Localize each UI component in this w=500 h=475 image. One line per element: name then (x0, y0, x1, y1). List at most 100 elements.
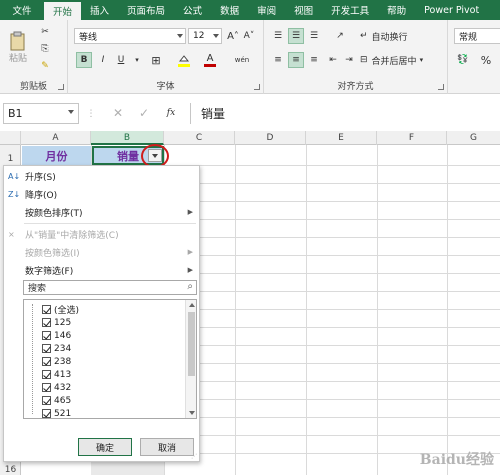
column-header-e[interactable]: E (306, 131, 377, 145)
clipboard-launcher-icon[interactable] (58, 84, 64, 90)
phonetic-guide-button[interactable]: wén (230, 52, 254, 68)
scroll-up-icon[interactable] (189, 303, 195, 307)
align-right-icon[interactable]: ≡ (306, 52, 322, 68)
column-header-a[interactable]: A (21, 131, 91, 145)
filter-value-item[interactable]: 238 (42, 355, 71, 368)
percent-style-button[interactable]: % (478, 52, 494, 68)
increase-indent-icon[interactable]: ⇥ (342, 52, 356, 68)
tab-formulas[interactable]: 公式 (174, 0, 211, 20)
filter-value-item[interactable]: 432 (42, 381, 71, 394)
column-headers: A B C D E F G (0, 131, 500, 145)
merge-icon: ⊟ (360, 55, 368, 65)
menu-item-sort-asc[interactable]: A↓ 升序(S) (4, 167, 199, 185)
accounting-format-icon[interactable]: 💱 (454, 52, 472, 68)
filter-value-item[interactable]: 146 (42, 329, 71, 342)
vertical-scrollbar[interactable] (185, 300, 196, 418)
font-size-select[interactable]: 12 (188, 28, 222, 44)
checkbox-icon (42, 370, 51, 379)
insert-function-button[interactable]: fx (162, 105, 180, 121)
copy-icon[interactable]: ⎘ (38, 42, 52, 56)
tab-review[interactable]: 审阅 (248, 0, 285, 20)
row-header-16[interactable]: 16 (0, 463, 21, 475)
number-format-select[interactable]: 常规 (454, 28, 500, 44)
orientation-icon[interactable]: ↗ (330, 28, 350, 44)
paste-button[interactable]: 粘贴 (6, 26, 30, 68)
borders-icon[interactable]: ⊞ (148, 52, 164, 68)
chevron-down-icon (213, 34, 219, 38)
merge-center-label: 合并后居中 (371, 56, 417, 67)
cell-a1[interactable]: 月份 (22, 146, 91, 165)
filter-value-item[interactable]: 521 (42, 407, 71, 418)
font-color-button[interactable]: A (202, 52, 218, 68)
column-header-g[interactable]: G (447, 131, 500, 145)
tab-home[interactable]: 开始 (44, 2, 82, 20)
align-left-icon[interactable]: ≡ (270, 52, 286, 68)
tab-insert[interactable]: 插入 (81, 0, 118, 20)
column-header-c[interactable]: C (164, 131, 235, 145)
scrollbar-thumb[interactable] (188, 312, 195, 376)
menu-item-sort-by-color[interactable]: 按颜色排序(T) ▶ (4, 203, 199, 221)
column-header-d[interactable]: D (235, 131, 306, 145)
filter-value-item[interactable]: 234 (42, 342, 71, 355)
watermark: Baidu经验 (419, 452, 494, 468)
chevron-down-icon[interactable]: ▾ (132, 52, 142, 68)
cancel-button[interactable]: 取消 (140, 438, 194, 456)
tab-developer[interactable]: 开发工具 (322, 0, 378, 20)
grow-font-button[interactable]: A˄ (226, 28, 240, 44)
tab-view[interactable]: 视图 (285, 0, 322, 20)
filter-value-label: 413 (54, 369, 72, 380)
select-all-corner[interactable] (0, 131, 21, 145)
tab-help[interactable]: 帮助 (378, 0, 415, 20)
filter-value-list[interactable]: (全选) 125 146 234 238 413 432 465 521 (23, 299, 197, 419)
scroll-down-icon[interactable] (189, 411, 195, 415)
menu-item-sort-desc[interactable]: Z↓ 降序(O) (4, 185, 199, 203)
wrap-text-button[interactable]: ↵ 自动换行 (360, 28, 438, 44)
chevron-right-icon: ▶ (187, 208, 193, 216)
tab-data[interactable]: 数据 (211, 0, 248, 20)
format-painter-icon[interactable]: ✎ (38, 59, 52, 73)
number-filters-label: 数字筛选(F) (25, 266, 74, 277)
column-header-b[interactable]: B (91, 131, 164, 145)
font-group: 等线 12 A˄ A˅ B I U ▾ ⊞ A wén 字体 (68, 20, 264, 94)
menu-item-number-filters[interactable]: 数字筛选(F) ▶ (4, 261, 199, 279)
decrease-indent-icon[interactable]: ⇤ (326, 52, 340, 68)
font-name-select[interactable]: 等线 (74, 28, 186, 44)
ok-button[interactable]: 确定 (78, 438, 132, 456)
align-center-icon[interactable]: ≡ (288, 52, 304, 68)
tree-line (32, 304, 38, 414)
filter-by-color-label: 按颜色筛选(I) (25, 248, 80, 259)
cancel-icon[interactable]: ✕ (110, 105, 126, 121)
bold-button[interactable]: B (76, 52, 92, 68)
tab-page-layout[interactable]: 页面布局 (118, 0, 174, 20)
fill-color-icon[interactable] (176, 52, 192, 68)
underline-button[interactable]: U (114, 52, 128, 68)
bottom-align-icon[interactable]: ☰ (306, 28, 322, 44)
more-icon: ⋮ (86, 108, 96, 119)
italic-button[interactable]: I (96, 52, 110, 68)
chevron-right-icon: ▶ (187, 266, 193, 274)
checkbox-select-all[interactable]: (全选) (42, 303, 79, 316)
alignment-launcher-icon[interactable] (438, 84, 444, 90)
filter-value-item[interactable]: 413 (42, 368, 71, 381)
filter-value-item[interactable]: 465 (42, 394, 71, 407)
merge-center-button[interactable]: ⊟ 合并后居中 ▾ (360, 52, 442, 68)
filter-value-item[interactable]: 125 (42, 316, 71, 329)
formula-input[interactable]: 销量 (190, 103, 498, 124)
grid-line (235, 145, 236, 475)
tab-file[interactable]: 文件 (0, 0, 44, 20)
sort-by-color-label: 按颜色排序(T) (25, 208, 83, 219)
name-box[interactable]: B1 (3, 103, 79, 124)
shrink-font-button[interactable]: A˅ (242, 28, 256, 44)
tab-power-pivot[interactable]: Power Pivot (415, 0, 488, 20)
top-align-icon[interactable]: ☰ (270, 28, 286, 44)
middle-align-icon[interactable]: ☰ (288, 28, 304, 44)
cut-icon[interactable]: ✂ (38, 25, 52, 39)
column-header-f[interactable]: F (377, 131, 447, 145)
sort-ascending-icon: A↓ (8, 171, 21, 181)
font-size-value: 12 (193, 31, 205, 41)
font-launcher-icon[interactable] (254, 84, 260, 90)
filter-search-input[interactable]: 搜索 ⌕ (23, 280, 197, 295)
paste-icon (10, 31, 25, 50)
enter-icon[interactable]: ✓ (136, 105, 152, 121)
clear-filter-label: 从"销量"中清除筛选(C) (25, 230, 119, 241)
